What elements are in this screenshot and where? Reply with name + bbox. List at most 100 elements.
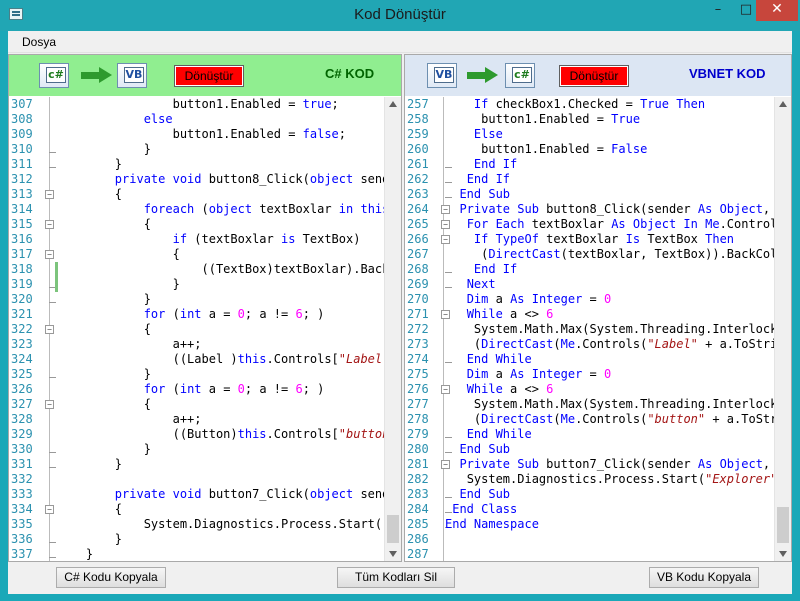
code-text: (DirectCast(Me.Controls("Label" + a.ToSt… — [473, 337, 778, 351]
scroll-down-icon[interactable] — [389, 551, 397, 557]
copy-csharp-button[interactable]: C# Kodu Kopyala — [56, 567, 166, 588]
code-text: } — [85, 547, 94, 561]
csharp-panel-header: c# VB Dönüştür C# KOD — [9, 55, 401, 96]
code-line: 280 End Sub — [405, 442, 791, 457]
code-text: else — [143, 112, 173, 126]
line-number: 259 — [407, 127, 429, 141]
convert-to-cs-button[interactable]: Dönüştür — [559, 65, 629, 87]
line-number: 334 — [11, 502, 33, 516]
vb-panel: VB c# Dönüştür VBNET KOD 257 If checkBox… — [404, 54, 792, 562]
line-number: 287 — [407, 547, 429, 561]
clear-all-button[interactable]: Tüm Kodları Sil — [337, 567, 455, 588]
scroll-down-icon[interactable] — [779, 551, 787, 557]
line-number: 319 — [11, 277, 33, 291]
code-line: 323 a++; — [9, 337, 401, 352]
code-text: End If — [473, 262, 518, 276]
code-line: 276− While a <> 6 — [405, 382, 791, 397]
code-text: End If — [473, 157, 518, 171]
code-text: End Namespace — [445, 517, 539, 531]
fold-end-marker — [49, 532, 56, 543]
line-number: 258 — [407, 112, 429, 126]
code-text: foreach (object textBoxlar in this. — [143, 202, 397, 216]
line-number: 314 — [11, 202, 33, 216]
fold-toggle-icon[interactable]: − — [45, 250, 54, 259]
line-number: 333 — [11, 487, 33, 501]
code-line: 287 — [405, 547, 791, 561]
vb-label: VBNET KOD — [689, 66, 766, 81]
menu-file[interactable]: Dosya — [22, 35, 56, 49]
code-text: button1.Enabled = True — [481, 112, 641, 126]
code-line: 263 End Sub — [405, 187, 791, 202]
code-text: End While — [466, 352, 532, 366]
scrollbar-thumb[interactable] — [387, 515, 399, 543]
line-number: 267 — [407, 247, 429, 261]
code-line: 270 Dim a As Integer = 0 — [405, 292, 791, 307]
line-number: 281 — [407, 457, 429, 471]
line-number: 311 — [11, 157, 33, 171]
fold-end-marker — [49, 457, 56, 468]
code-text: button1.Enabled = true; — [172, 97, 339, 111]
code-text: (DirectCast(textBoxlar, TextBox)).BackCo… — [481, 247, 785, 261]
line-number: 323 — [11, 337, 33, 351]
line-number: 316 — [11, 232, 33, 246]
code-line: 319 } — [9, 277, 401, 292]
convert-to-vb-button[interactable]: Dönüştür — [174, 65, 244, 87]
code-line: 262 End If — [405, 172, 791, 187]
code-text: { — [143, 322, 151, 336]
line-number: 263 — [407, 187, 429, 201]
line-number: 332 — [11, 472, 33, 486]
vb-code-editor[interactable]: 257 If checkBox1.Checked = True Then 258 … — [405, 97, 791, 561]
line-number: 269 — [407, 277, 429, 291]
code-line: 320 } — [9, 292, 401, 307]
scrollbar-thumb[interactable] — [777, 507, 789, 543]
code-line: 279 End While — [405, 427, 791, 442]
code-line: 278 (DirectCast(Me.Controls("button" + a… — [405, 412, 791, 427]
fold-end-marker — [49, 367, 56, 378]
scroll-up-icon[interactable] — [779, 101, 787, 107]
code-line: 326 for (int a = 0; a != 6; ) — [9, 382, 401, 397]
line-number: 313 — [11, 187, 33, 201]
csharp-code-editor[interactable]: 307 button1.Enabled = true; 308 else 309 b… — [9, 97, 401, 561]
line-number: 274 — [407, 352, 429, 366]
line-number: 327 — [11, 397, 33, 411]
code-line: 286 — [405, 532, 791, 547]
fold-end-marker — [49, 547, 56, 558]
code-line: 282 System.Diagnostics.Process.Start("Ex… — [405, 472, 791, 487]
fold-toggle-icon[interactable]: − — [45, 400, 54, 409]
code-line: 264− Private Sub button8_Click(sender As… — [405, 202, 791, 217]
code-text: ((Label )this.Controls["Label" — [172, 352, 390, 366]
fold-toggle-icon[interactable]: − — [45, 190, 54, 199]
code-line: 332 — [9, 472, 401, 487]
line-number: 310 — [11, 142, 33, 156]
code-text: System.Diagnostics.Process.Start("E — [143, 517, 397, 531]
vb-vertical-scrollbar[interactable] — [774, 97, 791, 561]
line-number: 257 — [407, 97, 429, 111]
code-line: 266− If TypeOf textBoxlar Is TextBox The… — [405, 232, 791, 247]
line-number: 307 — [11, 97, 33, 111]
code-line: 269 Next — [405, 277, 791, 292]
fold-toggle-icon[interactable]: − — [45, 325, 54, 334]
line-number: 331 — [11, 457, 33, 471]
line-number: 273 — [407, 337, 429, 351]
code-line: 257 If checkBox1.Checked = True Then — [405, 97, 791, 112]
code-line: 318 ((TextBox)textBoxlar).BackC — [9, 262, 401, 277]
fold-end-marker — [49, 157, 56, 168]
code-text: (DirectCast(Me.Controls("button" + a.ToS… — [473, 412, 785, 426]
copy-vb-button[interactable]: VB Kodu Kopyala — [649, 567, 759, 588]
csharp-vertical-scrollbar[interactable] — [384, 97, 401, 561]
code-text: for (int a = 0; a != 6; ) — [143, 307, 325, 321]
scroll-up-icon[interactable] — [389, 101, 397, 107]
line-number: 277 — [407, 397, 429, 411]
code-line: 336 } — [9, 532, 401, 547]
code-line: 330 } — [9, 442, 401, 457]
fold-toggle-icon[interactable]: − — [45, 505, 54, 514]
code-text: private void button7_Click(object sende — [114, 487, 397, 501]
code-text: End Class — [452, 502, 518, 516]
minimize-button[interactable]: – — [704, 0, 732, 21]
fold-toggle-icon[interactable]: − — [45, 220, 54, 229]
close-button[interactable]: ✕ — [756, 0, 798, 21]
line-number: 308 — [11, 112, 33, 126]
code-line: 311 } — [9, 157, 401, 172]
window-title: Kod Dönüştür — [354, 6, 446, 23]
line-number: 324 — [11, 352, 33, 366]
